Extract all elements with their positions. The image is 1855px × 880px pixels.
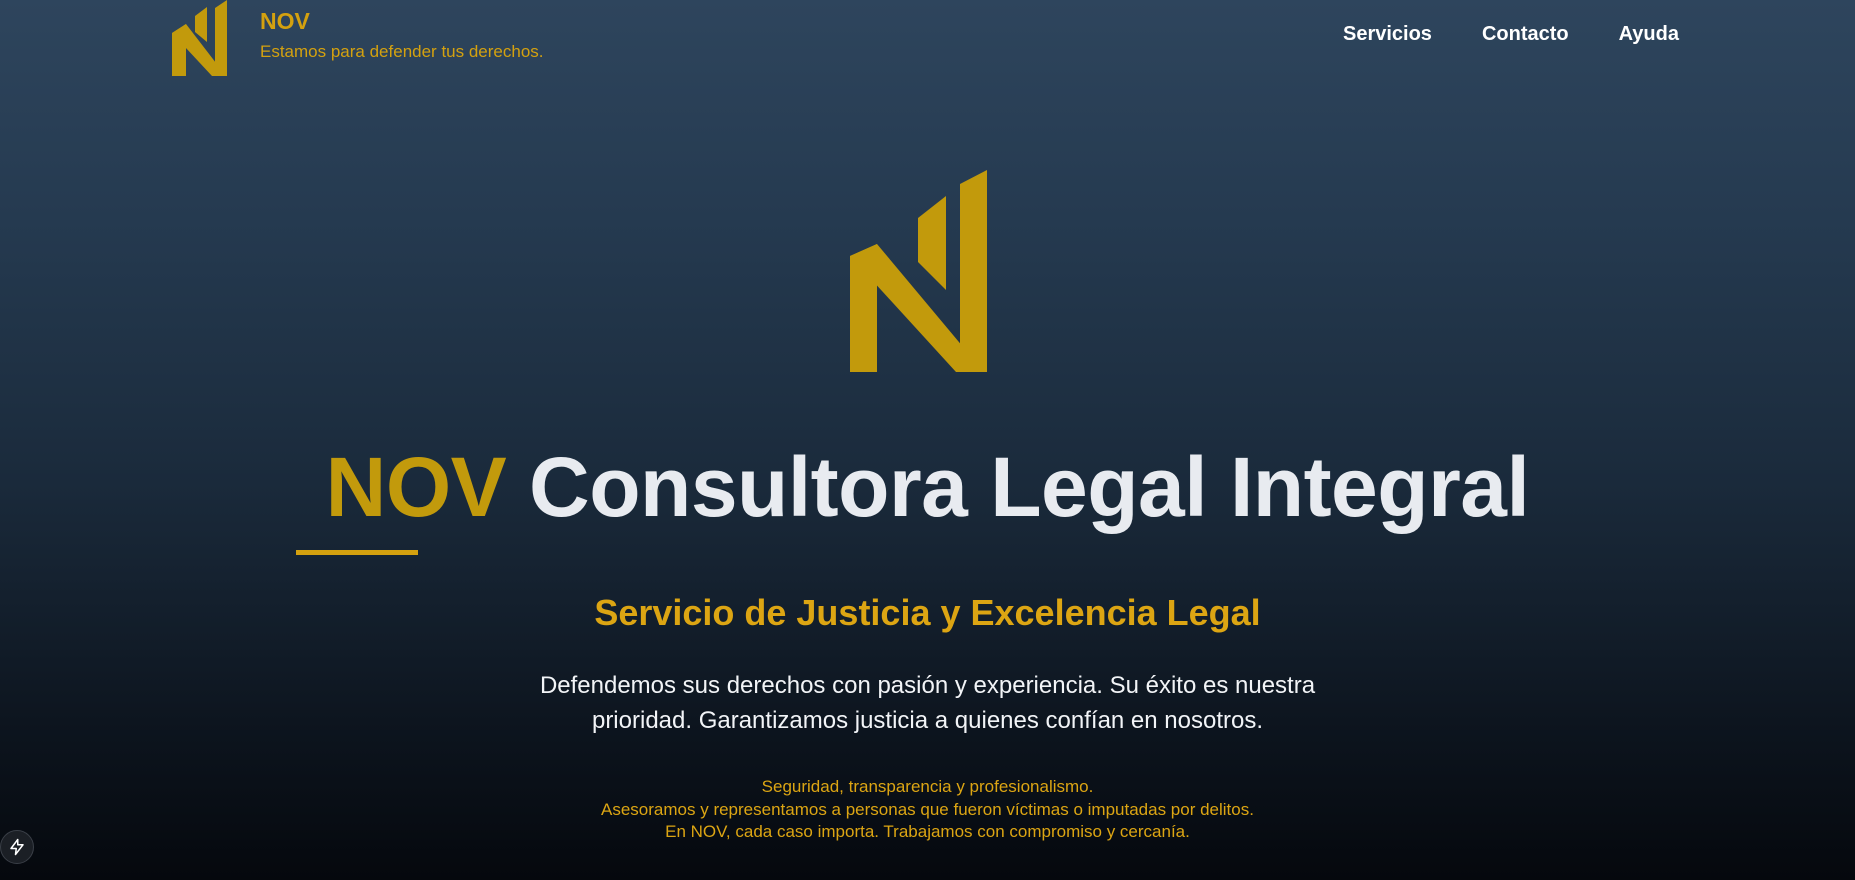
- value-line: Seguridad, transparencia y profesionalis…: [761, 777, 1094, 796]
- nav-contacto[interactable]: Contacto: [1482, 23, 1569, 46]
- brand-tagline: Estamos para defender tus derechos.: [260, 42, 544, 61]
- nav-servicios[interactable]: Servicios: [1343, 23, 1432, 46]
- hero-title-text: Consultora Legal Integral: [529, 440, 1530, 534]
- bolt-icon: [10, 838, 24, 856]
- site-header: NOV Estamos para defender tus derechos. …: [0, 0, 1855, 90]
- hero-description: Defendemos sus derechos con pasión y exp…: [539, 672, 1316, 734]
- floating-bolt-button[interactable]: [0, 830, 34, 864]
- value-line: En NOV, cada caso importa. Trabajamos co…: [665, 822, 1190, 841]
- hero-title-brand: NOV: [325, 440, 507, 534]
- brand-name[interactable]: NOV: [260, 8, 310, 35]
- main-nav: Servicios Contacto Ayuda: [1343, 23, 1679, 46]
- hero-logo-icon: [850, 170, 987, 372]
- values-list: Seguridad, transparencia y profesionalis…: [0, 776, 1855, 844]
- nav-ayuda[interactable]: Ayuda: [1619, 23, 1679, 46]
- nov-logo-icon[interactable]: [172, 0, 228, 76]
- value-line: Asesoramos y representamos a personas qu…: [601, 799, 1254, 819]
- hero-title: NOV Consultora Legal Integral: [0, 438, 1855, 536]
- title-underline: [296, 550, 418, 555]
- hero-subtitle: Servicio de Justicia y Excelencia Legal: [594, 592, 1261, 633]
